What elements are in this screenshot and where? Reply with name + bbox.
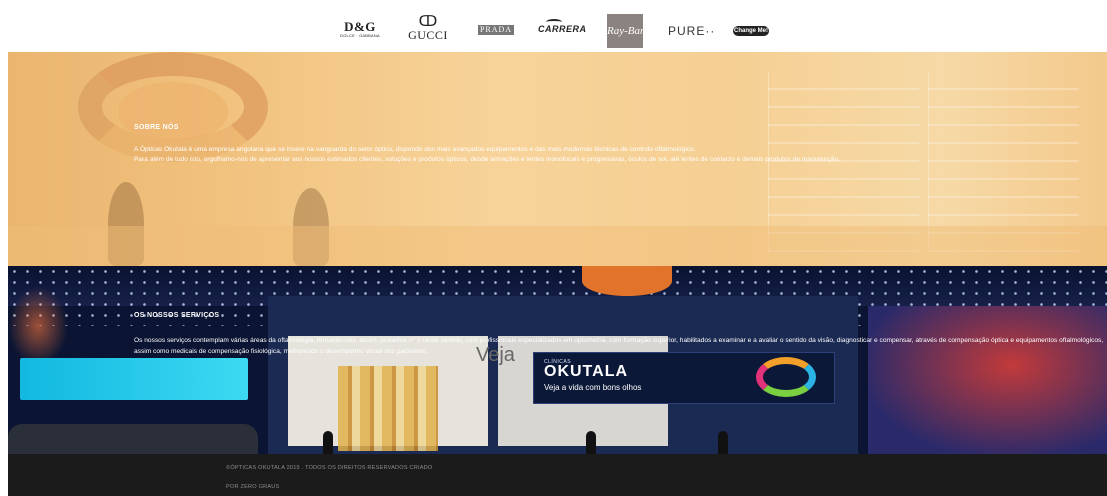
dg-logo-text: D&G (344, 19, 376, 34)
about-paragraph-2: Para além de tudo isto, orgulhamo-nos de… (134, 156, 840, 163)
about-heading: SOBRE NÓS (134, 124, 179, 131)
carrera-logo-text: CARRERA (538, 24, 587, 34)
pure-logo[interactable]: PURE·· (668, 24, 715, 38)
background-person (323, 431, 333, 454)
background-floor (8, 226, 1107, 266)
gucci-mark-icon: ↀ (418, 13, 438, 30)
services-content: OS NOSSOS SERVIÇOS Os nossos serviços co… (134, 312, 1104, 357)
services-paragraph: Os nossos serviços contemplam várias áre… (134, 337, 1104, 355)
prada-logo[interactable]: PRADA (478, 25, 514, 35)
about-content: SOBRE NÓS A Ópticas Okutala é uma empres… (134, 124, 1034, 165)
about-paragraph-1: A Ópticas Okutala é uma empresa angolana… (134, 146, 696, 153)
sign-tagline: Veja a vida com bons olhos (544, 383, 642, 392)
sign-okutala-label: OKUTALA (544, 363, 629, 380)
changeme-logo[interactable]: Change Me! (733, 26, 769, 36)
storefront-display-goods (338, 366, 438, 451)
carrera-logo[interactable]: CARRERA (538, 19, 587, 34)
about-section: SOBRE NÓS A Ópticas Okutala é uma empres… (8, 52, 1107, 266)
services-heading: OS NOSSOS SERVIÇOS (134, 312, 220, 319)
footer-credit-link[interactable]: POR ZERO GRAUS (226, 484, 279, 490)
carrera-swoosh-icon (546, 19, 562, 25)
okutala-storefront-sign: CLÍNICAS OKUTALA Veja a vida com bons ol… (533, 352, 835, 404)
background-orange-shape (582, 266, 672, 296)
background-person (718, 431, 728, 454)
okutala-eye-logo-icon (756, 357, 816, 397)
background-light-glow (8, 286, 68, 366)
background-car (8, 424, 258, 454)
background-person (586, 431, 596, 454)
dg-logo-subtext: DOLCE · GABBANA (340, 33, 380, 38)
gucci-logo-text: GUCCI (408, 28, 448, 42)
background-cyan-display (20, 358, 248, 400)
dg-logo[interactable]: D&G DOLCE · GABBANA (340, 20, 380, 39)
rayban-logo[interactable]: Ray-Ban (607, 14, 645, 48)
footer: ©ÓPTICAS OKUTALA 2015 . TODOS OS DIREITO… (8, 454, 1107, 496)
footer-copyright: ©ÓPTICAS OKUTALA 2015 . TODOS OS DIREITO… (226, 465, 433, 471)
brand-logo-bar: D&G DOLCE · GABBANA ↀ GUCCI PRADA CARRER… (0, 0, 1107, 52)
gucci-logo[interactable]: ↀ GUCCI (408, 14, 448, 42)
services-section: Veja CLÍNICAS OKUTALA Veja a vida com bo… (8, 266, 1107, 454)
